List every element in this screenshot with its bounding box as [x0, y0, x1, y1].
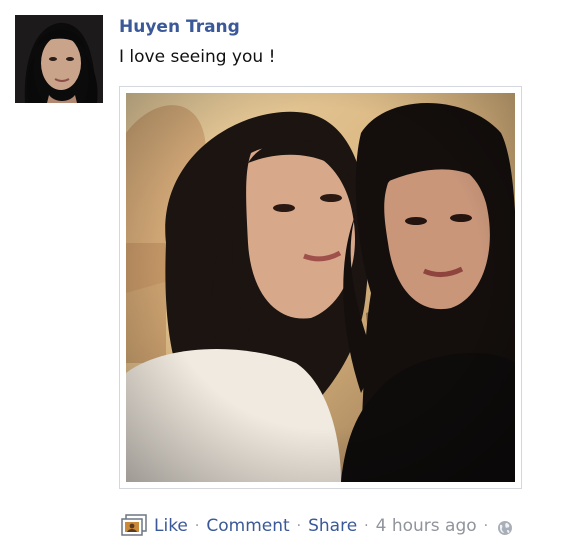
- like-link[interactable]: Like: [154, 513, 188, 539]
- post-photo[interactable]: [126, 93, 515, 482]
- photo-image: [126, 93, 515, 482]
- share-link[interactable]: Share: [308, 513, 357, 539]
- post-actions: Like · Comment · Share · 4 hours ago ·: [119, 513, 513, 539]
- separator: ·: [194, 518, 200, 534]
- status-text: I love seeing you !: [119, 47, 276, 67]
- photo-icon: [119, 513, 149, 539]
- post-timestamp[interactable]: 4 hours ago: [376, 513, 477, 539]
- author-avatar[interactable]: [15, 15, 103, 103]
- avatar-image: [15, 15, 103, 103]
- globe-icon[interactable]: [497, 518, 513, 535]
- comment-link[interactable]: Comment: [206, 513, 289, 539]
- separator: ·: [296, 518, 302, 534]
- photo-frame[interactable]: [119, 86, 522, 489]
- separator: ·: [483, 518, 489, 534]
- separator: ·: [364, 518, 369, 534]
- feed-post: Huyen Trang I love seeing you ! Like · C…: [0, 0, 575, 552]
- author-name[interactable]: Huyen Trang: [119, 15, 240, 39]
